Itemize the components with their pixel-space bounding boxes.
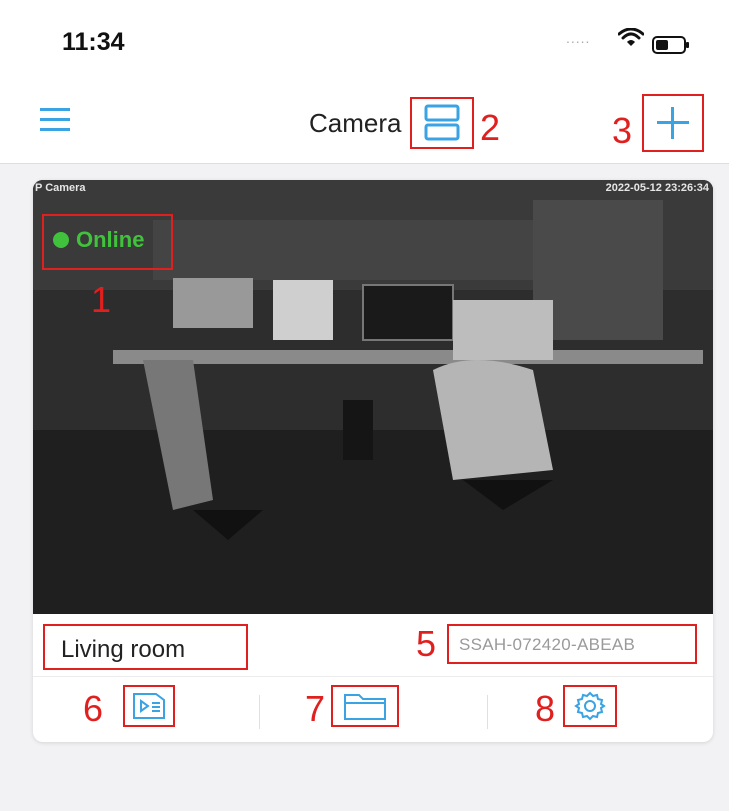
layout-toggle-icon: [424, 104, 460, 141]
divider: [259, 695, 260, 729]
camera-info-row: Living room 5 SSAH-072420-ABEAB: [33, 614, 713, 676]
layout-toggle-button[interactable]: [410, 97, 474, 149]
divider: [487, 695, 488, 729]
camera-action-row: 6 7 8: [33, 676, 713, 742]
folder-icon: [344, 694, 386, 720]
callout-6: 6: [83, 688, 104, 729]
status-bar: 11:34 .....: [0, 0, 729, 80]
playback-icon: [133, 693, 165, 719]
online-dot-icon: [53, 232, 69, 248]
osd-timestamp: 2022-05-12 23:26:34: [605, 182, 709, 194]
osd-camera-label: P Camera: [35, 182, 86, 194]
settings-button[interactable]: [563, 685, 617, 727]
battery-icon: [652, 36, 689, 54]
menu-icon[interactable]: [40, 107, 70, 133]
files-button[interactable]: [331, 685, 399, 727]
callout-5: 5: [416, 623, 437, 664]
online-status-badge: Online: [42, 214, 173, 270]
serial-number: SSAH-072420-ABEAB: [459, 635, 636, 654]
camera-live-preview[interactable]: P Camera 2022-05-12 23:26:34 Online 1: [33, 180, 713, 614]
page-title: Camera: [309, 108, 402, 138]
signal-icon: .....: [566, 30, 591, 46]
online-status-text: Online: [76, 227, 145, 252]
status-time: 11:34: [62, 28, 125, 56]
callout-2: 2: [480, 107, 501, 148]
camera-name-box[interactable]: Living room: [43, 624, 248, 670]
add-icon: [657, 107, 689, 139]
callout-1: 1: [91, 279, 112, 320]
callout-8: 8: [535, 688, 556, 729]
callout-3: 3: [612, 110, 633, 151]
playback-button[interactable]: [123, 685, 175, 727]
add-camera-button[interactable]: [642, 94, 704, 152]
serial-number-box: SSAH-072420-ABEAB: [447, 624, 697, 664]
camera-name: Living room: [61, 636, 186, 663]
camera-card: P Camera 2022-05-12 23:26:34 Online 1 Li…: [33, 180, 713, 742]
wifi-icon: [618, 28, 644, 46]
gear-icon: [574, 691, 606, 721]
callout-7: 7: [305, 688, 326, 729]
navigation-bar: Camera 2 3: [0, 80, 729, 164]
